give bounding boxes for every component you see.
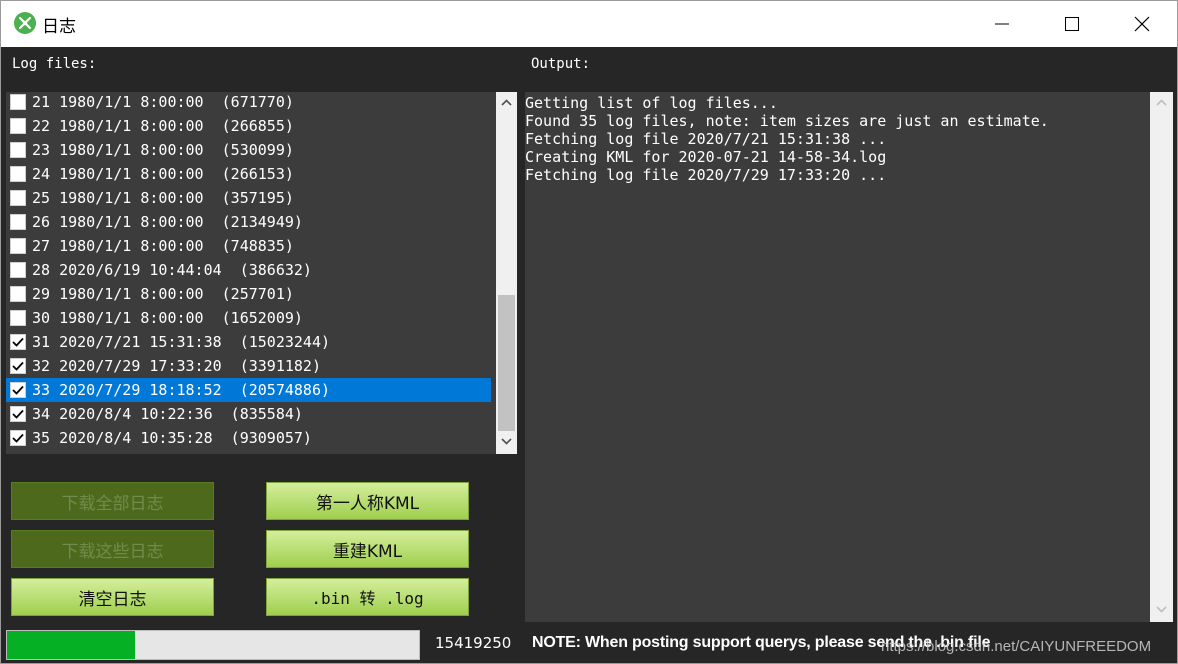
download-these-logs-button[interactable]: 下载这些日志 [11,530,214,568]
checkmark-icon [12,385,24,395]
watermark-text: https://blog.csdn.net/CAIYUNFREEDOM [881,638,1152,655]
log-file-item[interactable]: 34 2020/8/4 10:22:36 (835584) [6,402,491,426]
checkbox-checked[interactable] [10,382,26,398]
window-title: 日志 [42,17,76,37]
log-file-label: 28 2020/6/19 10:44:04 (386632) [32,261,312,279]
progress-fill [7,631,135,659]
log-file-item[interactable]: 32 2020/7/29 17:33:20 (3391182) [6,354,491,378]
log-file-label: 26 1980/1/1 8:00:00 (2134949) [32,213,303,231]
output-label: Output: [531,56,591,72]
log-file-item[interactable]: 24 1980/1/1 8:00:00 (266153) [6,162,491,186]
output-text: Getting list of log files... Found 35 log… [525,94,1049,184]
checkbox-checked[interactable] [10,430,26,446]
checkmark-icon [12,337,24,347]
chevron-down-icon [501,438,512,445]
output-scroll-up-button[interactable] [1150,92,1173,113]
output-line: Creating KML for 2020-07-21 14-58-34.log [525,148,887,166]
title-bar[interactable]: 日志 [1,1,1177,47]
log-file-item[interactable]: 28 2020/6/19 10:44:04 (386632) [6,258,491,282]
checkbox-checked[interactable] [10,334,26,350]
scroll-down-button[interactable] [496,431,517,452]
checkmark-icon [12,433,24,443]
log-file-label: 32 2020/7/29 17:33:20 (3391182) [32,357,321,375]
log-files-label: Log files: [12,56,97,72]
output-line: Fetching log file 2020/7/29 17:33:20 ... [525,166,887,184]
chevron-up-icon [1156,99,1167,106]
checkmark-icon [12,409,24,419]
log-file-label: 23 1980/1/1 8:00:00 (530099) [32,141,294,159]
log-file-item[interactable]: 33 2020/7/29 18:18:52 (20574886) [6,378,491,402]
bin-to-log-button[interactable]: .bin 转 .log [266,578,469,616]
checkbox-checked[interactable] [10,406,26,422]
log-file-item[interactable]: 23 1980/1/1 8:00:00 (530099) [6,138,491,162]
chevron-down-icon [1156,606,1167,613]
close-button[interactable] [1107,1,1177,47]
log-file-label: 35 2020/8/4 10:35:28 (9309057) [32,429,312,447]
log-file-item[interactable]: 29 1980/1/1 8:00:00 (257701) [6,282,491,306]
checkbox[interactable] [10,142,26,158]
log-file-label: 27 1980/1/1 8:00:00 (748835) [32,237,294,255]
log-file-label: 33 2020/7/29 18:18:52 (20574886) [32,381,331,399]
log-file-item[interactable]: 22 1980/1/1 8:00:00 (266855) [6,114,491,138]
app-logo-icon [14,12,36,34]
checkbox[interactable] [10,190,26,206]
checkbox[interactable] [10,166,26,182]
checkbox[interactable] [10,238,26,254]
output-line: Fetching log file 2020/7/21 15:31:38 ... [525,130,887,148]
log-list-scrollbar[interactable] [496,92,517,454]
log-file-label: 31 2020/7/21 15:31:38 (15023244) [32,333,331,351]
log-file-label: 22 1980/1/1 8:00:00 (266855) [32,117,294,135]
checkmark-icon [12,361,24,371]
log-window: 日志 Log files: Output: 35 2020/8/4 10:35:… [0,0,1178,664]
checkbox[interactable] [10,286,26,302]
scroll-up-button[interactable] [496,92,517,113]
log-file-item[interactable]: 25 1980/1/1 8:00:00 (357195) [6,186,491,210]
log-file-label: 25 1980/1/1 8:00:00 (357195) [32,189,294,207]
progress-value: 15419250 [435,634,512,652]
checkbox[interactable] [10,310,26,326]
log-file-list[interactable]: 35 2020/8/4 10:35:28 (9309057) 34 2020/8/… [6,92,517,454]
output-line: Getting list of log files... [525,94,778,112]
log-file-label: 30 1980/1/1 8:00:00 (1652009) [32,309,303,327]
checkbox-checked[interactable] [10,358,26,374]
first-person-kml-button[interactable]: 第一人称KML [266,482,469,520]
log-file-item[interactable]: 27 1980/1/1 8:00:00 (748835) [6,234,491,258]
log-file-label: 29 1980/1/1 8:00:00 (257701) [32,285,294,303]
minimize-icon [995,23,1009,25]
client-area: Log files: Output: 35 2020/8/4 10:35:28 … [1,47,1177,663]
checkbox[interactable] [10,94,26,110]
download-all-logs-button[interactable]: 下载全部日志 [11,482,214,520]
output-console[interactable]: Getting list of log files... Found 35 log… [525,92,1173,622]
log-file-label: 21 1980/1/1 8:00:00 (671770) [32,93,294,111]
log-file-item[interactable]: 35 2020/8/4 10:35:28 (9309057) [6,426,491,450]
output-line: Found 35 log files, note: item sizes are… [525,112,1049,130]
clear-logs-button[interactable]: 清空日志 [11,578,214,616]
download-progress-bar [6,630,420,660]
log-list-scroll-thumb[interactable] [498,295,515,431]
log-file-item[interactable]: 30 1980/1/1 8:00:00 (1652009) [6,306,491,330]
log-file-item[interactable]: 26 1980/1/1 8:00:00 (2134949) [6,210,491,234]
checkbox[interactable] [10,118,26,134]
maximize-button[interactable] [1037,1,1107,47]
log-file-item[interactable]: 31 2020/7/21 15:31:38 (15023244) [6,330,491,354]
log-file-item[interactable]: 21 1980/1/1 8:00:00 (671770) [6,92,491,114]
chevron-up-icon [501,99,512,106]
maximize-icon [1065,17,1079,31]
output-scroll-down-button[interactable] [1150,599,1173,620]
rebuild-kml-button[interactable]: 重建KML [266,530,469,568]
minimize-button[interactable] [967,1,1037,47]
log-file-label: 24 1980/1/1 8:00:00 (266153) [32,165,294,183]
checkbox[interactable] [10,262,26,278]
output-scrollbar[interactable] [1150,92,1173,622]
checkbox[interactable] [10,214,26,230]
log-file-label: 34 2020/8/4 10:22:36 (835584) [32,405,303,423]
close-icon [1134,16,1150,32]
